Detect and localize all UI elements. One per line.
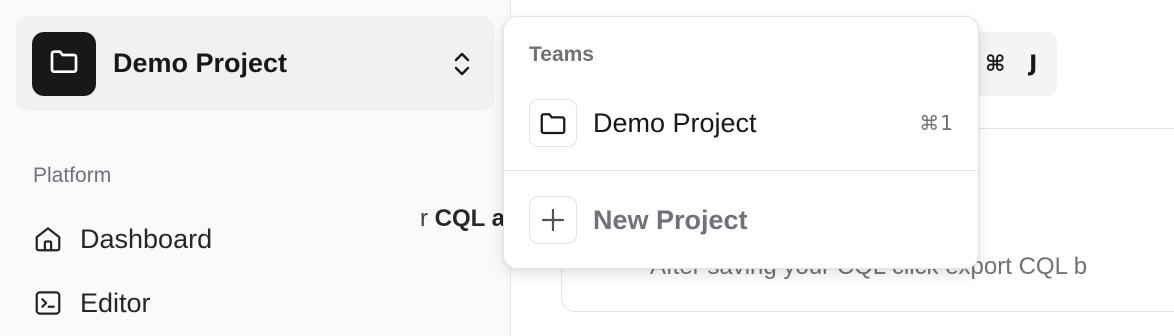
project-name: Demo Project — [113, 48, 288, 78]
sidebar-item-label: Dashboard — [80, 223, 213, 254]
sidebar-group-label: Platform — [33, 164, 112, 187]
dropdown-divider — [504, 170, 978, 171]
project-logo — [32, 31, 96, 96]
project-switcher-button[interactable]: Demo Project — [16, 16, 494, 111]
menu-item-label: Demo Project — [593, 107, 757, 138]
chevrons-up-down-icon — [450, 50, 474, 78]
card-heading-text: r — [420, 205, 435, 232]
dropdown-label: Teams — [529, 43, 594, 66]
terminal-icon — [32, 287, 64, 319]
menu-item-shortcut: ⌘1 — [919, 111, 954, 135]
new-project-label: New Project — [593, 204, 748, 235]
folder-icon — [529, 99, 577, 147]
teams-dropdown: Teams Demo Project ⌘1 New Project — [503, 16, 979, 269]
folder-icon — [48, 45, 80, 82]
sidebar: Demo Project Platform Dashboard Editor — [0, 0, 511, 336]
new-project-button[interactable]: New Project — [514, 188, 968, 252]
plus-icon — [529, 196, 577, 244]
sidebar-item-label: Editor — [80, 287, 151, 318]
sidebar-item-dashboard[interactable]: Dashboard — [32, 223, 212, 255]
menu-item-demo-project[interactable]: Demo Project ⌘1 — [514, 91, 968, 155]
home-icon — [32, 223, 64, 255]
sidebar-item-editor[interactable]: Editor — [32, 287, 151, 319]
